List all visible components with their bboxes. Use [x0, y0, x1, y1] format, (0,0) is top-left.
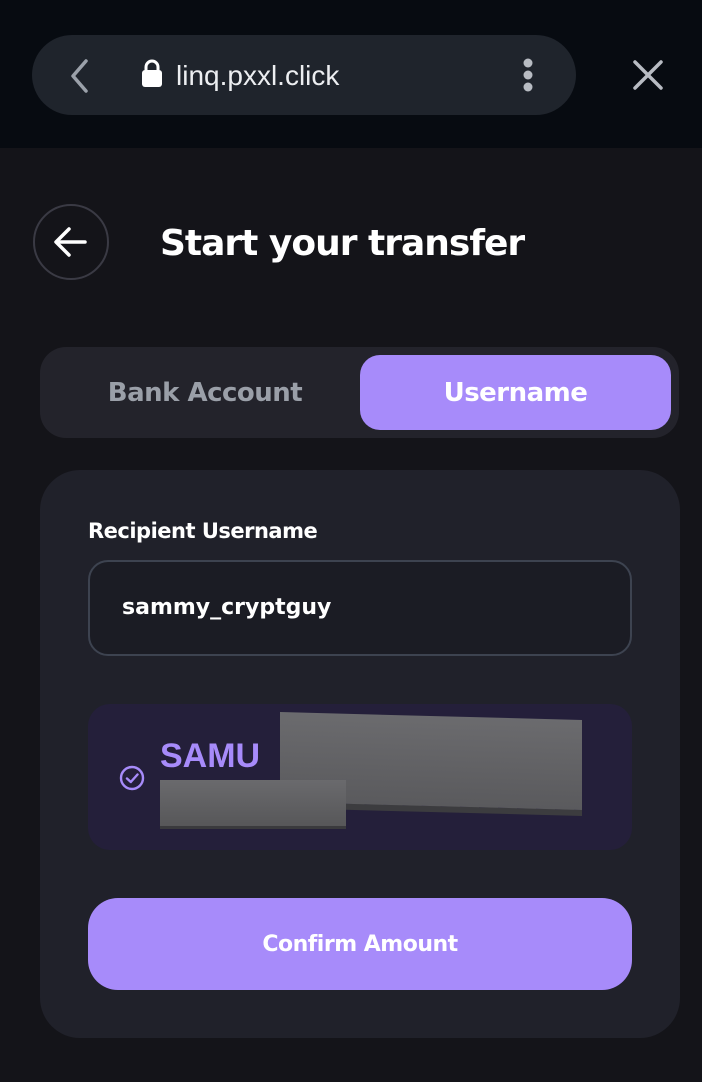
browser-back-icon[interactable]: [60, 56, 100, 96]
arrow-left-icon: [54, 227, 87, 257]
transfer-type-switch: Bank Account Username: [40, 347, 679, 438]
confirm-amount-button[interactable]: Confirm Amount: [88, 898, 632, 990]
tab-bank-account[interactable]: Bank Account: [50, 355, 360, 430]
recipient-username-input[interactable]: sammy_cryptguy: [88, 560, 632, 656]
redaction-block: [160, 780, 346, 826]
lock-icon: [142, 59, 162, 87]
back-button[interactable]: [33, 204, 109, 280]
recipient-username-label: Recipient Username: [88, 519, 318, 543]
page-title: Start your transfer: [160, 223, 525, 264]
recipient-name: SAMU: [160, 737, 261, 775]
tab-username[interactable]: Username: [360, 355, 671, 430]
more-options-icon[interactable]: [514, 55, 542, 95]
url-text[interactable]: linq.pxxl.click: [176, 56, 339, 96]
check-circle-icon: [119, 765, 145, 791]
close-icon[interactable]: [628, 55, 668, 95]
